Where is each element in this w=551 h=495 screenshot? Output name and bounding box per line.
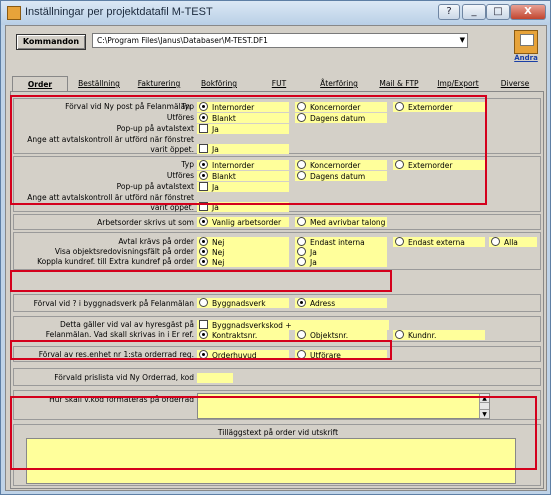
avtal-endast-externa[interactable]: Endast externa [395,237,465,248]
hyresgast-label-2: Felanmälan. Vad skall skrivas in i Er re… [45,330,194,339]
database-path-value: C:\Program Files\Janus\Databaser\M-TEST.… [97,36,268,45]
adress-option[interactable]: Adress [297,298,335,309]
hyresgast-group: Detta gäller vid val av hyresgäst på Fel… [13,316,541,342]
tab-fut[interactable]: FUT [250,76,308,92]
byggnadsverk-option[interactable]: Byggnadsverk [199,298,266,309]
avtal-label: Avtal krävs på order [118,237,194,246]
close-button[interactable]: X [510,4,546,20]
help-button[interactable]: ? [438,4,460,20]
database-path-select[interactable]: C:\Program Files\Janus\Databaser\M-TEST.… [92,33,468,48]
highlight-forval-box [10,95,487,205]
radio-icon [395,237,404,246]
arbetsorder-label: Arbetsorder skrivs ut som [97,218,194,227]
radio-icon [199,298,208,307]
avtal-group: Avtal krävs på order Visa objektsredovis… [13,232,541,270]
radio-icon [199,237,208,246]
radio-icon [491,237,500,246]
kundref-label: Koppla kundref. till Extra kundref på or… [37,257,194,266]
chevron-down-icon[interactable]: ▼ [460,34,465,47]
andra-button[interactable]: Ändra [511,30,541,70]
prislista-label: Förvald prislista vid Ny Orderrad, kod [54,373,194,382]
kundnr-option[interactable]: Kundnr. [395,330,436,341]
radio-icon [297,217,306,226]
arbetsorder-vanlig[interactable]: Vanlig arbetsorder [199,217,281,228]
tab-bestallning[interactable]: Beställning [70,76,128,92]
arbetsorder-talong[interactable]: Med avrivbar talong [297,217,385,228]
tab-imp-export[interactable]: Imp/Export [430,76,486,92]
tab-diverse[interactable]: Diverse [488,76,542,92]
byggnadsverk-label: Förval vid ? i byggnadsverk på Felanmäla… [33,299,194,308]
tab-fakturering[interactable]: Fakturering [130,76,188,92]
tab-bokforing[interactable]: Bokföring [190,76,248,92]
arbetsorder-group: Arbetsorder skrivs ut som Vanlig arbetso… [13,214,541,230]
minimize-button[interactable]: _ [462,4,486,20]
andra-label: Ändra [514,54,538,62]
maximize-button[interactable]: □ [486,4,510,20]
edit-icon [514,30,538,54]
kommandon-button[interactable]: Kommandon [16,34,86,50]
radio-icon [199,257,208,266]
app-icon [7,6,21,20]
tab-aterforing[interactable]: Återföring [310,76,368,92]
title-bar: Inställningar per projektdatafil M-TEST … [1,1,550,25]
kundref-ja[interactable]: Ja [297,257,317,268]
tab-order[interactable]: Order [12,76,68,92]
radio-icon [297,330,306,339]
prislista-group: Förvald prislista vid Ny Orderrad, kod [13,368,541,386]
radio-icon [297,298,306,307]
tab-mail-ftp[interactable]: Mail & FTP [370,76,428,92]
client-area: Kommandon C:\Program Files\Janus\Databas… [5,25,547,491]
radio-icon [199,217,208,226]
checkbox-icon [199,320,208,329]
radio-icon [199,330,208,339]
radio-icon [297,257,306,266]
highlight-tillagg-box [10,396,537,470]
hyresgast-label-1: Detta gäller vid val av hyresgäst på [59,320,194,329]
radio-icon [395,330,404,339]
objektsredovisning-label: Visa objektsredovisningsfält på order [54,247,194,256]
radio-icon [199,247,208,256]
kundref-nej[interactable]: Nej [199,257,224,268]
avtal-alla[interactable]: Alla [491,237,518,248]
highlight-prislista-box [10,340,392,360]
window-title: Inställningar per projektdatafil M-TEST [25,6,213,18]
settings-window: Inställningar per projektdatafil M-TEST … [0,0,551,495]
radio-icon [297,247,306,256]
tab-bar: Order Beställning Fakturering Bokföring … [10,76,544,92]
prislista-input[interactable] [197,373,233,383]
radio-icon [297,237,306,246]
byggnadsverk-group: Förval vid ? i byggnadsverk på Felanmäla… [13,294,541,312]
highlight-byggnadsverk-box [10,270,392,292]
